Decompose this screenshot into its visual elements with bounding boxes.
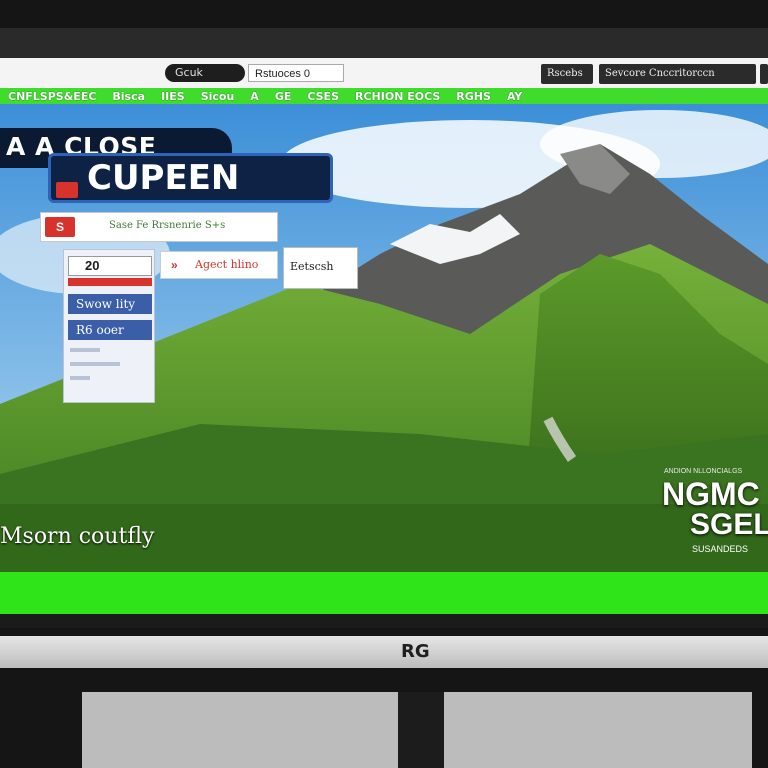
- address-field[interactable]: Rstuoces 0: [248, 64, 344, 82]
- nav-item[interactable]: Sicou: [193, 90, 243, 103]
- nav-item[interactable]: AY: [499, 90, 530, 103]
- badge-top-text: ANDION NLLONCIALGS: [664, 468, 743, 475]
- headline-banner-secondary: CUPEEN: [48, 153, 333, 203]
- sidebar-panel: 20 Swow lity R6 ooer: [63, 249, 155, 403]
- nav-item[interactable]: RGHS: [448, 90, 499, 103]
- headline-line-2: CUPEEN: [87, 158, 240, 198]
- site-nav-bar: CNFLSPS&EEC Bisca IIES Sicou A GE CSES R…: [0, 88, 768, 105]
- nav-item[interactable]: CSES: [299, 90, 347, 103]
- info-panel-header: S Sase Fe Rrsnenrie S+s: [40, 212, 278, 242]
- sidebar-line: [70, 376, 90, 380]
- footer-green-band: [0, 572, 768, 614]
- brand-logo: RG: [401, 641, 430, 662]
- channel-badge: ANDION NLLONCIALGS NGMC SGEL SUSANDEDS: [662, 468, 768, 558]
- sidebar-item[interactable]: Swow lity: [68, 294, 152, 314]
- arrow-icon: »: [171, 258, 178, 272]
- browser-tab[interactable]: Gcuk: [165, 64, 245, 82]
- stand-center: [398, 692, 444, 768]
- nav-item[interactable]: RCHION EOCS: [347, 90, 448, 103]
- badge-line-2: SGEL: [690, 508, 768, 541]
- monitor-bezel: [0, 636, 768, 668]
- nav-item[interactable]: CNFLSPS&EEC: [0, 90, 104, 103]
- toolbar-button-1[interactable]: Rscebs: [541, 64, 593, 84]
- panel-header-text: Sase Fe Rrsnenrie S+s: [109, 220, 226, 231]
- toolbar-button-3[interactable]: [760, 64, 768, 84]
- scene-caption: Msorn coutfly: [0, 524, 155, 549]
- sidebar-item[interactable]: R6 ooer: [68, 320, 152, 340]
- toolbar-button-2[interactable]: Sevcore Cnccritorccn: [599, 64, 756, 84]
- nav-item[interactable]: IIES: [153, 90, 193, 103]
- link-card[interactable]: » Agect hlino: [160, 251, 278, 279]
- stand-panel-right: [444, 692, 752, 768]
- nav-item[interactable]: GE: [267, 90, 300, 103]
- sidebar-header-label: 20: [85, 258, 100, 273]
- sidebar-header[interactable]: 20: [68, 256, 152, 276]
- banner-accent: [56, 182, 78, 198]
- nav-item[interactable]: Bisca: [104, 90, 153, 103]
- browser-toolbar: Gcuk Rstuoces 0 Rscebs Sevcore Cnccritor…: [0, 58, 768, 89]
- search-card[interactable]: Eetscsh: [283, 247, 358, 289]
- nav-item[interactable]: A: [242, 90, 267, 103]
- sidebar-line: [70, 362, 120, 366]
- panel-logo-icon: S: [45, 217, 75, 237]
- screen: Gcuk Rstuoces 0 Rscebs Sevcore Cnccritor…: [0, 58, 768, 614]
- badge-line-3: SUSANDEDS: [692, 544, 749, 554]
- sidebar-line: [70, 348, 100, 352]
- stand-panel-left: [82, 692, 398, 768]
- link-card-label: Agect hlino: [195, 258, 259, 271]
- search-card-label: Eetscsh: [290, 260, 334, 273]
- sidebar-divider: [68, 278, 152, 286]
